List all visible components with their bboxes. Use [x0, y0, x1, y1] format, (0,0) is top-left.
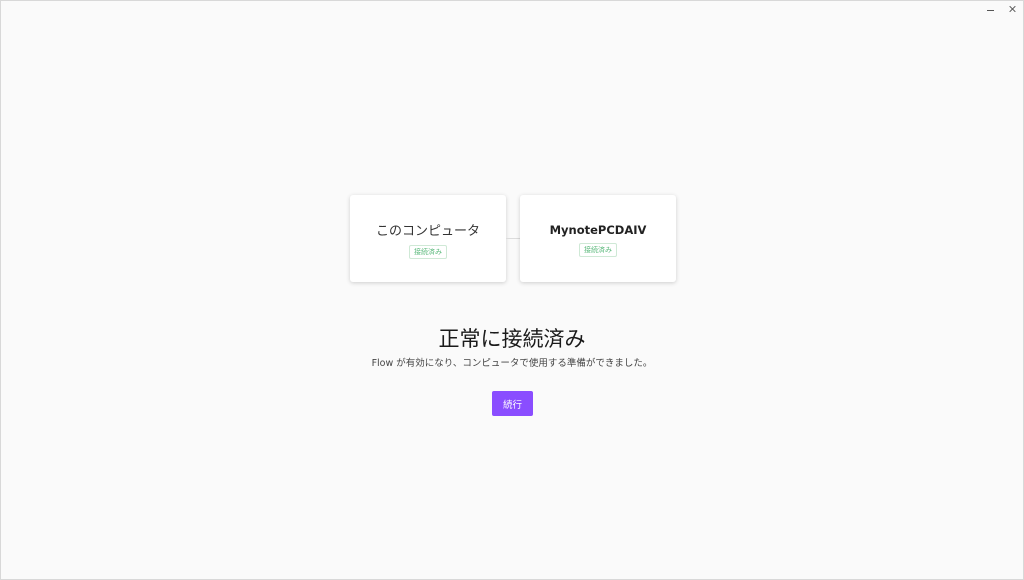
device-name: このコンピュータ — [375, 224, 480, 239]
status-badge: 接続済み — [579, 242, 617, 257]
window-controls — [985, 3, 1017, 15]
status-badge: 接続済み — [409, 245, 447, 259]
close-button[interactable] — [1007, 3, 1017, 15]
connection-line — [506, 238, 520, 239]
app-window: このコンピュータ 接続済み MynotePCDAIV 接続済み 正常に接続済み … — [0, 0, 1024, 580]
minimize-button[interactable] — [985, 3, 995, 15]
description-text: Flow が有効になり、コンピュータで使用する準備ができました。 — [371, 358, 653, 369]
continue-button[interactable]: 続行 — [492, 391, 533, 416]
device-connection-diagram: このコンピュータ 接続済み MynotePCDAIV 接続済み — [350, 195, 676, 282]
device-card-remote-computer: MynotePCDAIV 接続済み — [520, 195, 676, 282]
page-title: 正常に接続済み — [438, 327, 586, 351]
close-icon — [1008, 5, 1016, 13]
device-name: MynotePCDAIV — [549, 222, 647, 237]
minimize-icon — [986, 10, 994, 11]
device-card-this-computer: このコンピュータ 接続済み — [350, 195, 506, 282]
